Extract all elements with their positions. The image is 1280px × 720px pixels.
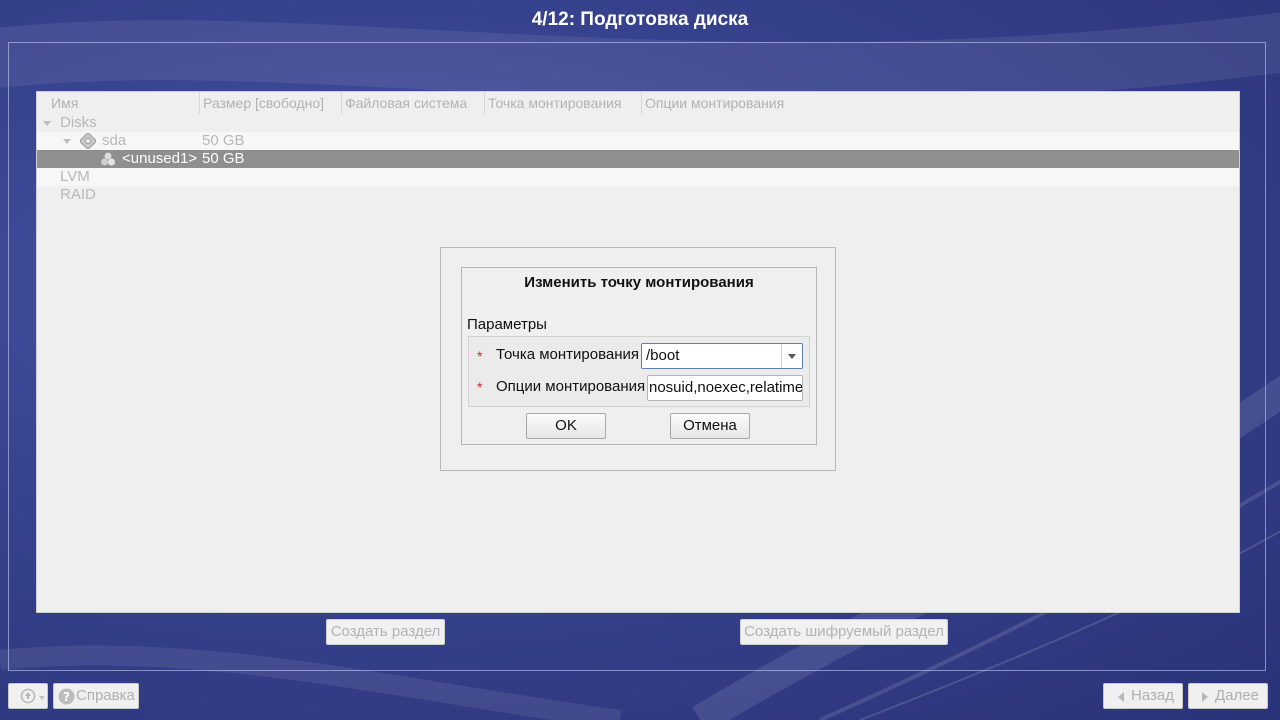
row-size: 50 GB [202, 132, 245, 149]
back-button[interactable]: Назад [1103, 683, 1183, 709]
step-title: 4/12: Подготовка диска [531, 9, 749, 30]
disk-icon [80, 133, 96, 149]
mount-options-value[interactable]: nosuid,noexec,relatime [649, 376, 802, 400]
parameters-label: Параметры [467, 316, 547, 333]
table-row-unused1[interactable]: <unused1> 50 GB [37, 150, 1239, 168]
row-name: RAID [60, 186, 96, 203]
expand-arrow-icon[interactable] [43, 121, 51, 126]
expand-arrow-icon[interactable] [63, 139, 71, 144]
chevron-down-icon [788, 354, 796, 359]
required-mark: * [477, 348, 483, 364]
row-size: 50 GB [202, 150, 245, 167]
column-header-mount-point[interactable]: Точка монтирования [485, 92, 642, 114]
up-arrow-circle-icon [20, 688, 36, 704]
mount-options-label: Опции монтирования [496, 378, 646, 395]
menu-button[interactable] [8, 683, 48, 709]
cancel-button[interactable]: Отмена [670, 413, 750, 439]
required-mark: * [477, 379, 483, 395]
dropdown-arrow-icon [39, 696, 45, 700]
row-name: sda [102, 132, 127, 149]
create-encrypted-partition-button[interactable]: Создать шифруемый раздел [740, 619, 948, 645]
help-button[interactable]: ? Справка [53, 683, 139, 709]
row-name: Disks [60, 114, 97, 131]
chevron-left-icon [1118, 692, 1124, 702]
chevron-right-icon [1202, 692, 1208, 702]
mount-point-dialog: Изменить точку монтирования Параметры * … [440, 247, 836, 471]
column-header-mount-options[interactable]: Опции монтирования [642, 92, 1240, 114]
back-label: Назад [1131, 687, 1174, 704]
row-name: <unused1> [122, 150, 198, 167]
next-label: Далее [1215, 687, 1259, 704]
table-row-disks[interactable]: Disks [37, 114, 1239, 132]
table-row-lvm[interactable]: LVM [37, 168, 1239, 186]
mount-point-value[interactable]: /boot [646, 344, 679, 368]
help-label: Справка [76, 687, 135, 704]
table-row-raid[interactable]: RAID [37, 186, 1239, 204]
ok-button[interactable]: OK [526, 413, 606, 439]
dropdown-button[interactable] [781, 344, 802, 368]
mount-point-label: Точка монтирования [496, 346, 640, 363]
partition-icon [101, 152, 115, 166]
create-partition-button[interactable]: Создать раздел [326, 619, 445, 645]
parameters-group: * Точка монтирования /boot * Опции монти… [468, 336, 810, 407]
mount-options-input[interactable]: nosuid,noexec,relatime [647, 375, 803, 401]
table-row-sda[interactable]: sda 50 GB [37, 132, 1239, 150]
dialog-body: Изменить точку монтирования Параметры * … [461, 267, 817, 445]
column-header-name[interactable]: Имя [37, 92, 200, 114]
column-header-size[interactable]: Размер [свободно] [200, 92, 342, 114]
column-header-filesystem[interactable]: Файловая система [342, 92, 485, 114]
next-button[interactable]: Далее [1188, 683, 1268, 709]
svg-text:?: ? [63, 690, 70, 704]
table-header: Имя Размер [свободно] Файловая система Т… [37, 92, 1239, 114]
help-icon: ? [58, 688, 75, 705]
dialog-title: Изменить точку монтирования [524, 274, 754, 291]
mount-point-combobox[interactable]: /boot [641, 343, 803, 369]
row-name: LVM [60, 168, 90, 185]
